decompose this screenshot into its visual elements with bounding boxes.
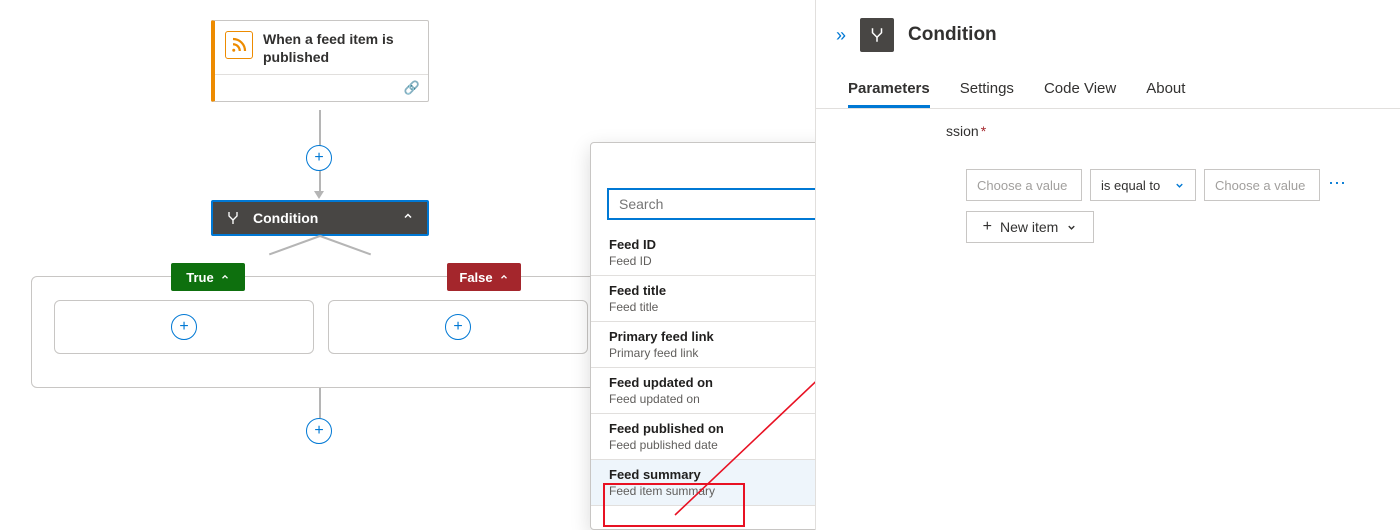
true-branch-slot: + bbox=[54, 300, 314, 354]
more-options-icon[interactable]: ⋯ bbox=[1328, 169, 1348, 194]
collapse-panel-icon[interactable]: » bbox=[836, 25, 846, 46]
connector-line bbox=[319, 388, 321, 418]
tab-code-view[interactable]: Code View bbox=[1044, 80, 1116, 108]
annotation-box bbox=[603, 483, 745, 527]
trigger-title: When a feed item is published bbox=[263, 31, 416, 66]
tab-settings[interactable]: Settings bbox=[960, 80, 1014, 108]
branch-container: True False + + bbox=[31, 276, 606, 388]
condition-title: Condition bbox=[253, 210, 399, 226]
connector-line bbox=[320, 235, 371, 255]
chevron-down-icon bbox=[1066, 222, 1077, 233]
right-value-input[interactable]: Choose a value bbox=[1204, 169, 1320, 201]
false-branch-slot: + bbox=[328, 300, 588, 354]
connector-line bbox=[319, 110, 321, 146]
link-icon[interactable]: 🔗 bbox=[404, 80, 420, 96]
chevron-up-icon[interactable] bbox=[399, 209, 417, 227]
add-step-button[interactable]: + bbox=[306, 418, 332, 444]
details-panel: » Condition Parameters Settings Code Vie… bbox=[815, 0, 1400, 530]
tab-strip: Parameters Settings Code View About bbox=[816, 62, 1400, 108]
chevron-down-icon bbox=[1174, 180, 1185, 191]
true-label: True bbox=[186, 270, 213, 285]
condition-card[interactable]: Condition bbox=[211, 200, 429, 236]
left-value-input[interactable]: Choose a value bbox=[966, 169, 1082, 201]
new-item-button[interactable]: + New item bbox=[966, 211, 1094, 243]
expression-label: ssion* bbox=[816, 109, 1400, 139]
false-branch-badge[interactable]: False bbox=[447, 263, 521, 291]
condition-icon bbox=[860, 18, 894, 52]
add-step-button[interactable]: + bbox=[445, 314, 471, 340]
tab-about[interactable]: About bbox=[1146, 80, 1185, 108]
rss-icon bbox=[225, 31, 253, 59]
chevron-up-icon bbox=[499, 270, 509, 285]
connector-line bbox=[319, 171, 321, 191]
add-step-button[interactable]: + bbox=[171, 314, 197, 340]
chevron-up-icon bbox=[220, 270, 230, 285]
operator-select[interactable]: is equal to bbox=[1090, 169, 1196, 201]
arrow-icon bbox=[314, 191, 324, 199]
condition-expression-row: Choose a value is equal to Choose a valu… bbox=[816, 139, 1400, 201]
condition-icon bbox=[223, 208, 243, 228]
connector-line bbox=[269, 235, 320, 255]
true-branch-badge[interactable]: True bbox=[171, 263, 245, 291]
panel-title: Condition bbox=[908, 24, 997, 46]
add-step-button[interactable]: + bbox=[306, 145, 332, 171]
tab-parameters[interactable]: Parameters bbox=[848, 80, 930, 108]
false-label: False bbox=[459, 270, 492, 285]
trigger-card[interactable]: When a feed item is published 🔗 bbox=[211, 20, 429, 102]
